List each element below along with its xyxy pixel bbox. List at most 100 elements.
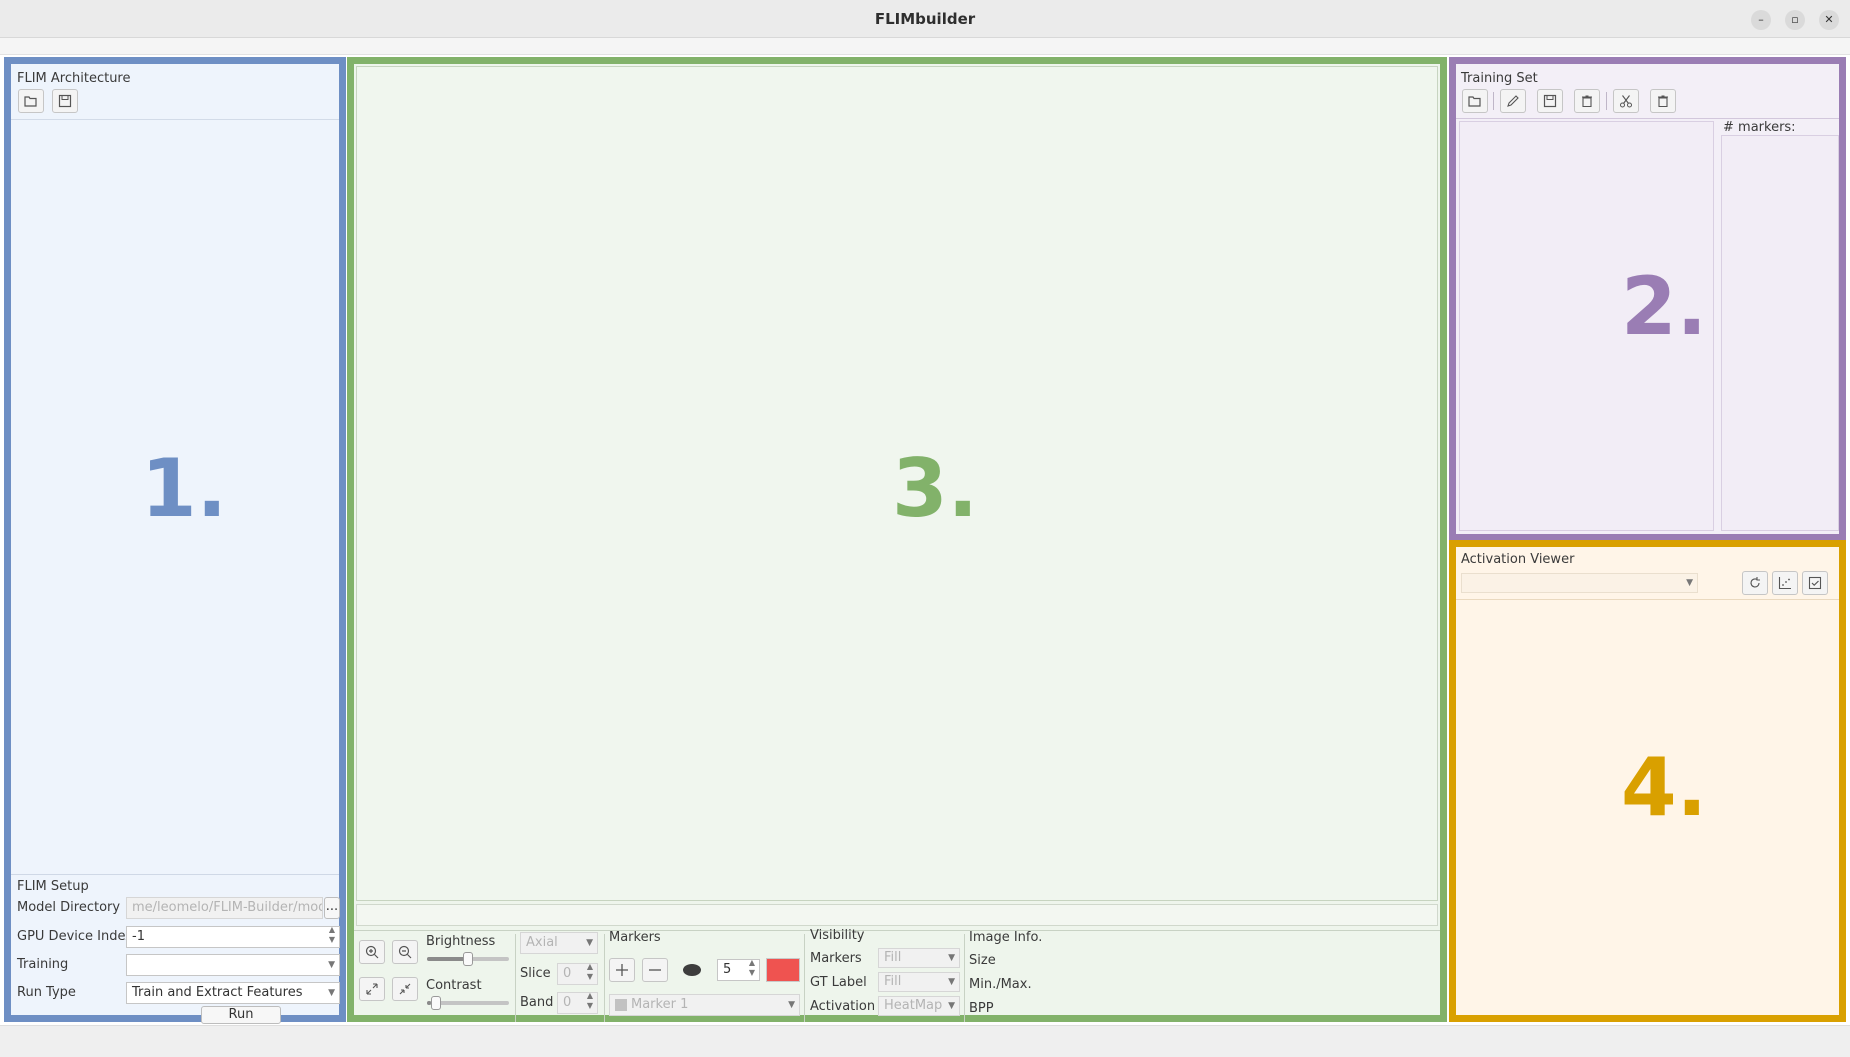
viewer-status-field bbox=[356, 904, 1438, 926]
window-title: FLIMbuilder bbox=[874, 10, 976, 28]
contrast-label: Contrast bbox=[426, 978, 482, 993]
activation-stats-button[interactable] bbox=[1772, 571, 1798, 595]
brightness-slider-handle[interactable] bbox=[463, 952, 473, 966]
divider bbox=[354, 930, 1440, 931]
view-plane-value: Axial bbox=[526, 935, 558, 950]
marker-size-spinbox[interactable]: 5 ▲ ▼ bbox=[717, 959, 760, 981]
markers-visibility-combobox[interactable]: Fill ▼ bbox=[878, 948, 960, 968]
zoom-out-button[interactable] bbox=[392, 940, 418, 964]
browse-directory-button[interactable]: ... bbox=[324, 897, 340, 919]
refresh-icon bbox=[1750, 577, 1760, 588]
chevron-down-icon: ▼ bbox=[328, 988, 335, 998]
run-type-combobox[interactable]: Train and Extract Features ▼ bbox=[126, 982, 340, 1004]
view-plane-combobox[interactable]: Axial ▼ bbox=[520, 932, 598, 954]
delete-training-set-button[interactable] bbox=[1574, 89, 1600, 113]
minus-icon bbox=[649, 969, 661, 971]
remove-marker-button[interactable] bbox=[642, 958, 668, 982]
divider bbox=[964, 934, 965, 1022]
run-button[interactable]: Run bbox=[201, 1006, 281, 1024]
close-icon[interactable]: ✕ bbox=[1819, 10, 1839, 30]
brightness-slider-fill bbox=[427, 957, 468, 961]
markers-list[interactable] bbox=[1721, 135, 1839, 531]
scatter-plot-icon bbox=[1778, 577, 1791, 590]
folder-open-icon bbox=[24, 96, 37, 107]
layer-combobox[interactable]: ▼ bbox=[1461, 573, 1698, 593]
save-training-set-button[interactable] bbox=[1537, 89, 1563, 113]
divider bbox=[1493, 92, 1494, 110]
edit-training-set-button[interactable] bbox=[1500, 89, 1526, 113]
markers-count-label: # markers: bbox=[1723, 120, 1796, 135]
image-bpp-label: BPP bbox=[969, 1001, 994, 1016]
marker-label-combobox[interactable]: Marker 1 ▼ bbox=[609, 994, 800, 1016]
chevron-down-icon: ▼ bbox=[586, 938, 593, 948]
scissors-icon bbox=[1620, 95, 1632, 108]
save-architecture-button[interactable] bbox=[52, 89, 78, 113]
markers-visibility-value: Fill bbox=[884, 950, 902, 965]
save-icon bbox=[1543, 94, 1557, 108]
gpu-device-index-spinbox[interactable]: -1 ▲ ▼ bbox=[126, 926, 340, 948]
band-spinbox[interactable]: 0 ▲ ▼ bbox=[557, 992, 598, 1014]
visibility-markers-label: Markers bbox=[810, 951, 862, 966]
chevron-down-icon: ▼ bbox=[328, 960, 335, 970]
markers-sampling-button[interactable] bbox=[1613, 89, 1639, 113]
slice-value: 0 bbox=[563, 966, 572, 981]
marker-color-swatch[interactable] bbox=[766, 958, 800, 982]
clear-markers-button[interactable] bbox=[1650, 89, 1676, 113]
open-training-set-button[interactable] bbox=[1462, 89, 1488, 113]
contrast-slider[interactable] bbox=[427, 996, 509, 1010]
gt-label-visibility-value: Fill bbox=[884, 974, 902, 989]
original-size-button[interactable] bbox=[392, 977, 418, 1001]
slice-spinbox[interactable]: 0 ▲ ▼ bbox=[557, 963, 598, 985]
band-label: Band bbox=[520, 995, 554, 1010]
panel-number-1: 1. bbox=[141, 442, 228, 535]
chevron-down-icon: ▼ bbox=[788, 1000, 795, 1010]
maximize-icon[interactable]: ▫ bbox=[1785, 10, 1805, 30]
add-marker-button[interactable] bbox=[609, 958, 635, 982]
minimize-icon[interactable]: – bbox=[1751, 10, 1771, 30]
gt-label-visibility-combobox[interactable]: Fill ▼ bbox=[878, 972, 960, 992]
gpu-device-index-label: GPU Device Index bbox=[17, 929, 133, 944]
visibility-gt-label: GT Label bbox=[810, 975, 867, 990]
chevron-down-icon: ▼ bbox=[948, 977, 955, 987]
fit-to-window-button[interactable] bbox=[359, 977, 385, 1001]
activation-viewer-panel: Activation Viewer ▼ 4. bbox=[1449, 540, 1846, 1022]
ellipse-brush-icon bbox=[683, 964, 701, 976]
visibility-title: Visibility bbox=[810, 928, 865, 943]
refresh-activation-button[interactable] bbox=[1742, 571, 1768, 595]
image-minmax-label: Min./Max. bbox=[969, 977, 1032, 992]
image-viewer-panel: 3. Brightness Contrast Axial ▼ Slice 0 ▲… bbox=[347, 57, 1447, 1022]
zoom-out-icon bbox=[398, 945, 412, 959]
open-architecture-button[interactable] bbox=[18, 89, 44, 113]
panel-title: Activation Viewer bbox=[1461, 552, 1575, 567]
marker-label-color-icon bbox=[615, 998, 627, 1011]
window-titlebar: FLIMbuilder – ▫ ✕ bbox=[0, 0, 1850, 38]
marker-size-value: 5 bbox=[723, 962, 732, 977]
spin-arrows-icon[interactable]: ▲ ▼ bbox=[749, 960, 755, 978]
contrast-slider-handle[interactable] bbox=[430, 996, 441, 1010]
training-label: Training bbox=[17, 957, 69, 972]
markers-title: Markers bbox=[609, 930, 661, 945]
zoom-in-button[interactable] bbox=[359, 940, 385, 964]
spin-arrows-icon[interactable]: ▲ ▼ bbox=[587, 964, 593, 982]
flim-setup-title: FLIM Setup bbox=[17, 879, 89, 894]
training-combobox[interactable]: ▼ bbox=[126, 954, 340, 976]
divider bbox=[515, 934, 516, 1022]
brush-shape-button[interactable] bbox=[676, 958, 712, 982]
trash-icon bbox=[1582, 95, 1592, 108]
divider bbox=[1456, 118, 1839, 119]
spin-arrows-icon[interactable]: ▲ ▼ bbox=[587, 993, 593, 1011]
select-activation-button[interactable] bbox=[1802, 571, 1828, 595]
divider bbox=[1606, 92, 1607, 110]
training-set-panel: Training Set # markers: 2. bbox=[1449, 57, 1846, 541]
activation-visibility-combobox[interactable]: HeatMap ▼ bbox=[878, 996, 960, 1016]
shrink-icon bbox=[399, 983, 411, 995]
zoom-in-icon bbox=[365, 945, 379, 959]
spin-arrows-icon[interactable]: ▲ ▼ bbox=[329, 927, 335, 945]
slice-label: Slice bbox=[520, 966, 551, 981]
panel-title: Training Set bbox=[1461, 71, 1538, 86]
run-type-label: Run Type bbox=[17, 985, 76, 1000]
brightness-label: Brightness bbox=[426, 934, 496, 949]
panel-title: FLIM Architecture bbox=[17, 71, 131, 86]
model-directory-field[interactable]: me/leomelo/FLIM-Builder/model/ bbox=[126, 897, 323, 919]
brightness-slider[interactable] bbox=[427, 952, 509, 966]
